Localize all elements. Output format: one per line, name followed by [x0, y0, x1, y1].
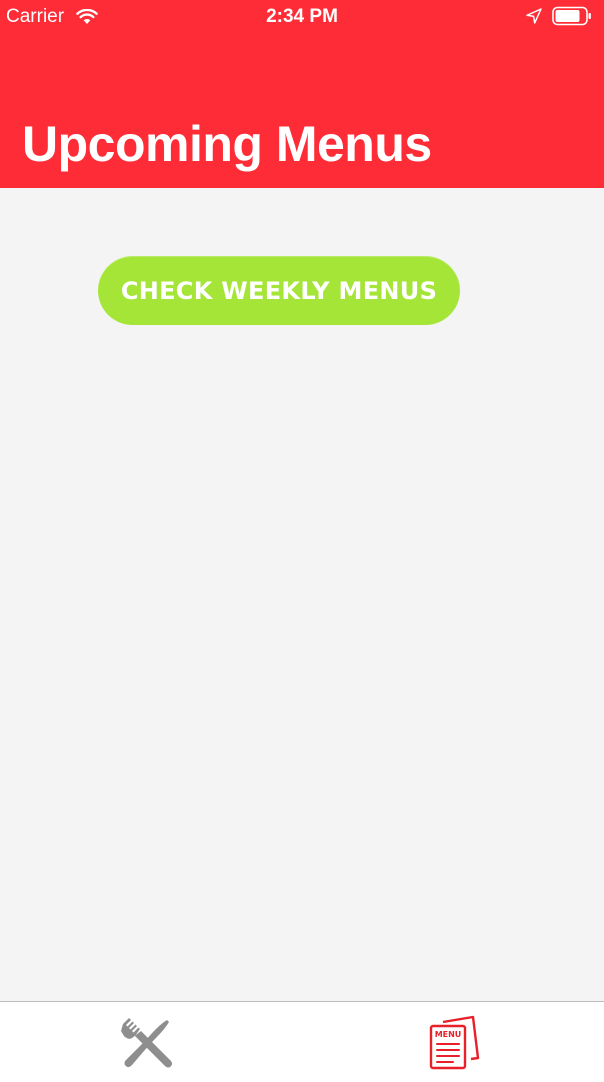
location-arrow-icon — [526, 8, 542, 24]
tab-menus[interactable]: MENU — [302, 1002, 604, 1082]
page-title: Upcoming Menus — [22, 116, 432, 172]
tab-bar: MENU — [0, 1001, 604, 1082]
status-time: 2:34 PM — [266, 6, 338, 27]
fork-knife-icon — [121, 1018, 173, 1068]
tab-restaurants[interactable] — [0, 1002, 302, 1082]
navigation-header: Carrier 2:34 PM Upcoming Menus — [0, 0, 604, 188]
menu-icon-label: MENU — [435, 1030, 462, 1039]
battery-icon — [552, 6, 591, 26]
status-bar: Carrier 2:34 PM — [0, 0, 604, 34]
status-right-group — [526, 6, 592, 26]
menu-icon: MENU — [429, 1015, 480, 1070]
check-weekly-menus-button[interactable]: CHECK WEEKLY MENUS — [98, 256, 460, 325]
